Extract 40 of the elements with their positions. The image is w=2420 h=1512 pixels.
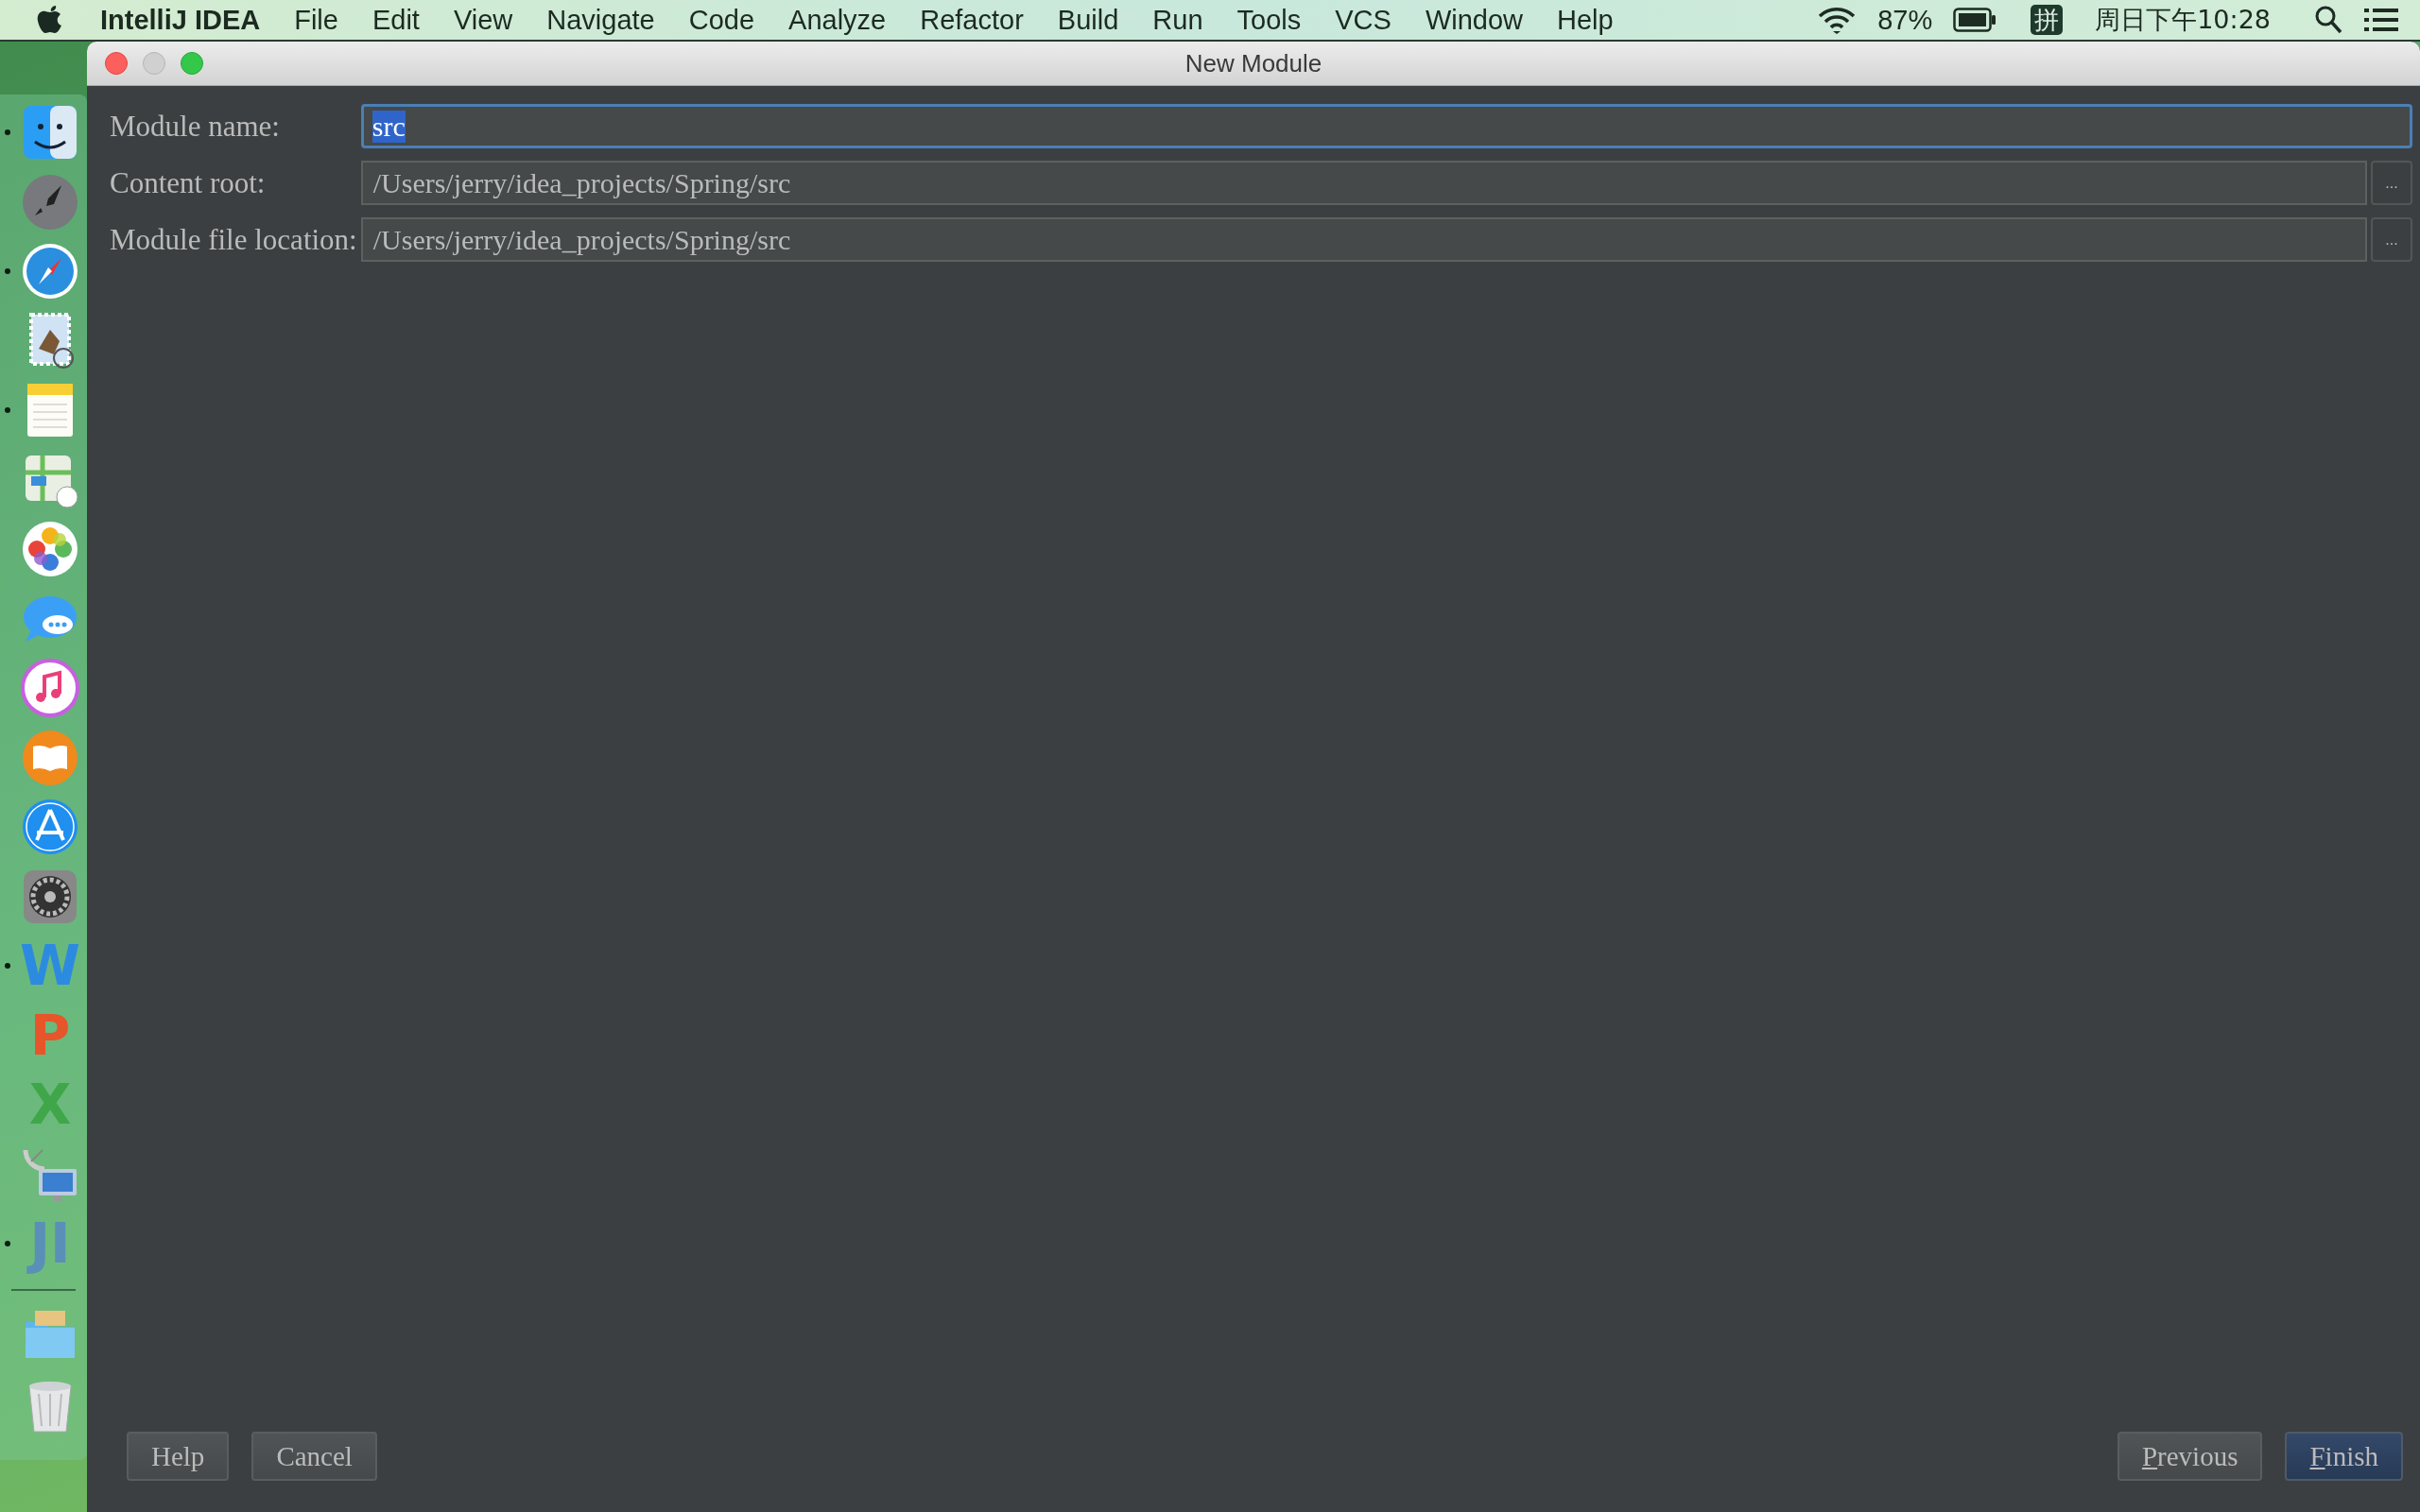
menu-item[interactable]: Window: [1425, 4, 1524, 36]
dialog-button[interactable]: Previous: [2117, 1432, 2263, 1481]
text-field[interactable]: /Users/jerry/idea_projects/Spring/src: [360, 217, 2367, 262]
menu-item[interactable]: Navigate: [546, 4, 655, 36]
dialog-button[interactable]: Help: [127, 1432, 230, 1481]
input-method-badge[interactable]: 拼: [2031, 5, 2064, 35]
menu-item[interactable]: Code: [688, 4, 755, 36]
text-field[interactable]: src: [360, 104, 2412, 148]
menu-item[interactable]: Run: [1152, 4, 1203, 36]
battery-icon[interactable]: [1953, 8, 1997, 32]
app-menu[interactable]: IntelliJ IDEA: [100, 4, 261, 36]
menu-item[interactable]: Edit: [372, 4, 420, 36]
menu-item[interactable]: Tools: [1236, 4, 1302, 36]
menu-item[interactable]: Build: [1057, 4, 1119, 36]
field-label: Content root:: [110, 165, 267, 200]
menu-item[interactable]: Analyze: [788, 4, 887, 36]
browse-button[interactable]: ...: [2371, 217, 2412, 262]
text-field[interactable]: /Users/jerry/idea_projects/Spring/src: [360, 161, 2367, 205]
window-title: New Module: [1184, 48, 1322, 78]
clock[interactable]: 周日下午10:28: [2095, 3, 2271, 37]
field-label: Module file location:: [110, 222, 357, 257]
menu-item[interactable]: View: [453, 4, 513, 36]
default-button[interactable]: Finish: [2285, 1432, 2403, 1481]
list-menu-icon[interactable]: [2363, 7, 2399, 33]
menu-item[interactable]: Help: [1557, 4, 1614, 36]
menu-item[interactable]: File: [294, 4, 338, 36]
browse-button[interactable]: ...: [2371, 161, 2412, 205]
flower-icon[interactable]: [20, 519, 80, 579]
battery-percentage: 87%: [1877, 4, 1933, 36]
zoom-button[interactable]: [181, 52, 203, 75]
field-label: Module name:: [110, 109, 281, 144]
apple-menu-icon[interactable]: [36, 4, 64, 36]
dialog-button[interactable]: Cancel: [251, 1432, 377, 1481]
menu-item[interactable]: Refactor: [920, 4, 1024, 36]
compass-icon[interactable]: [20, 241, 80, 301]
search-icon[interactable]: [2314, 5, 2342, 35]
wifi-icon[interactable]: [1817, 5, 1858, 35]
music-note-icon[interactable]: [20, 658, 80, 718]
close-button[interactable]: [105, 52, 128, 75]
menu-item[interactable]: VCS: [1335, 4, 1392, 36]
